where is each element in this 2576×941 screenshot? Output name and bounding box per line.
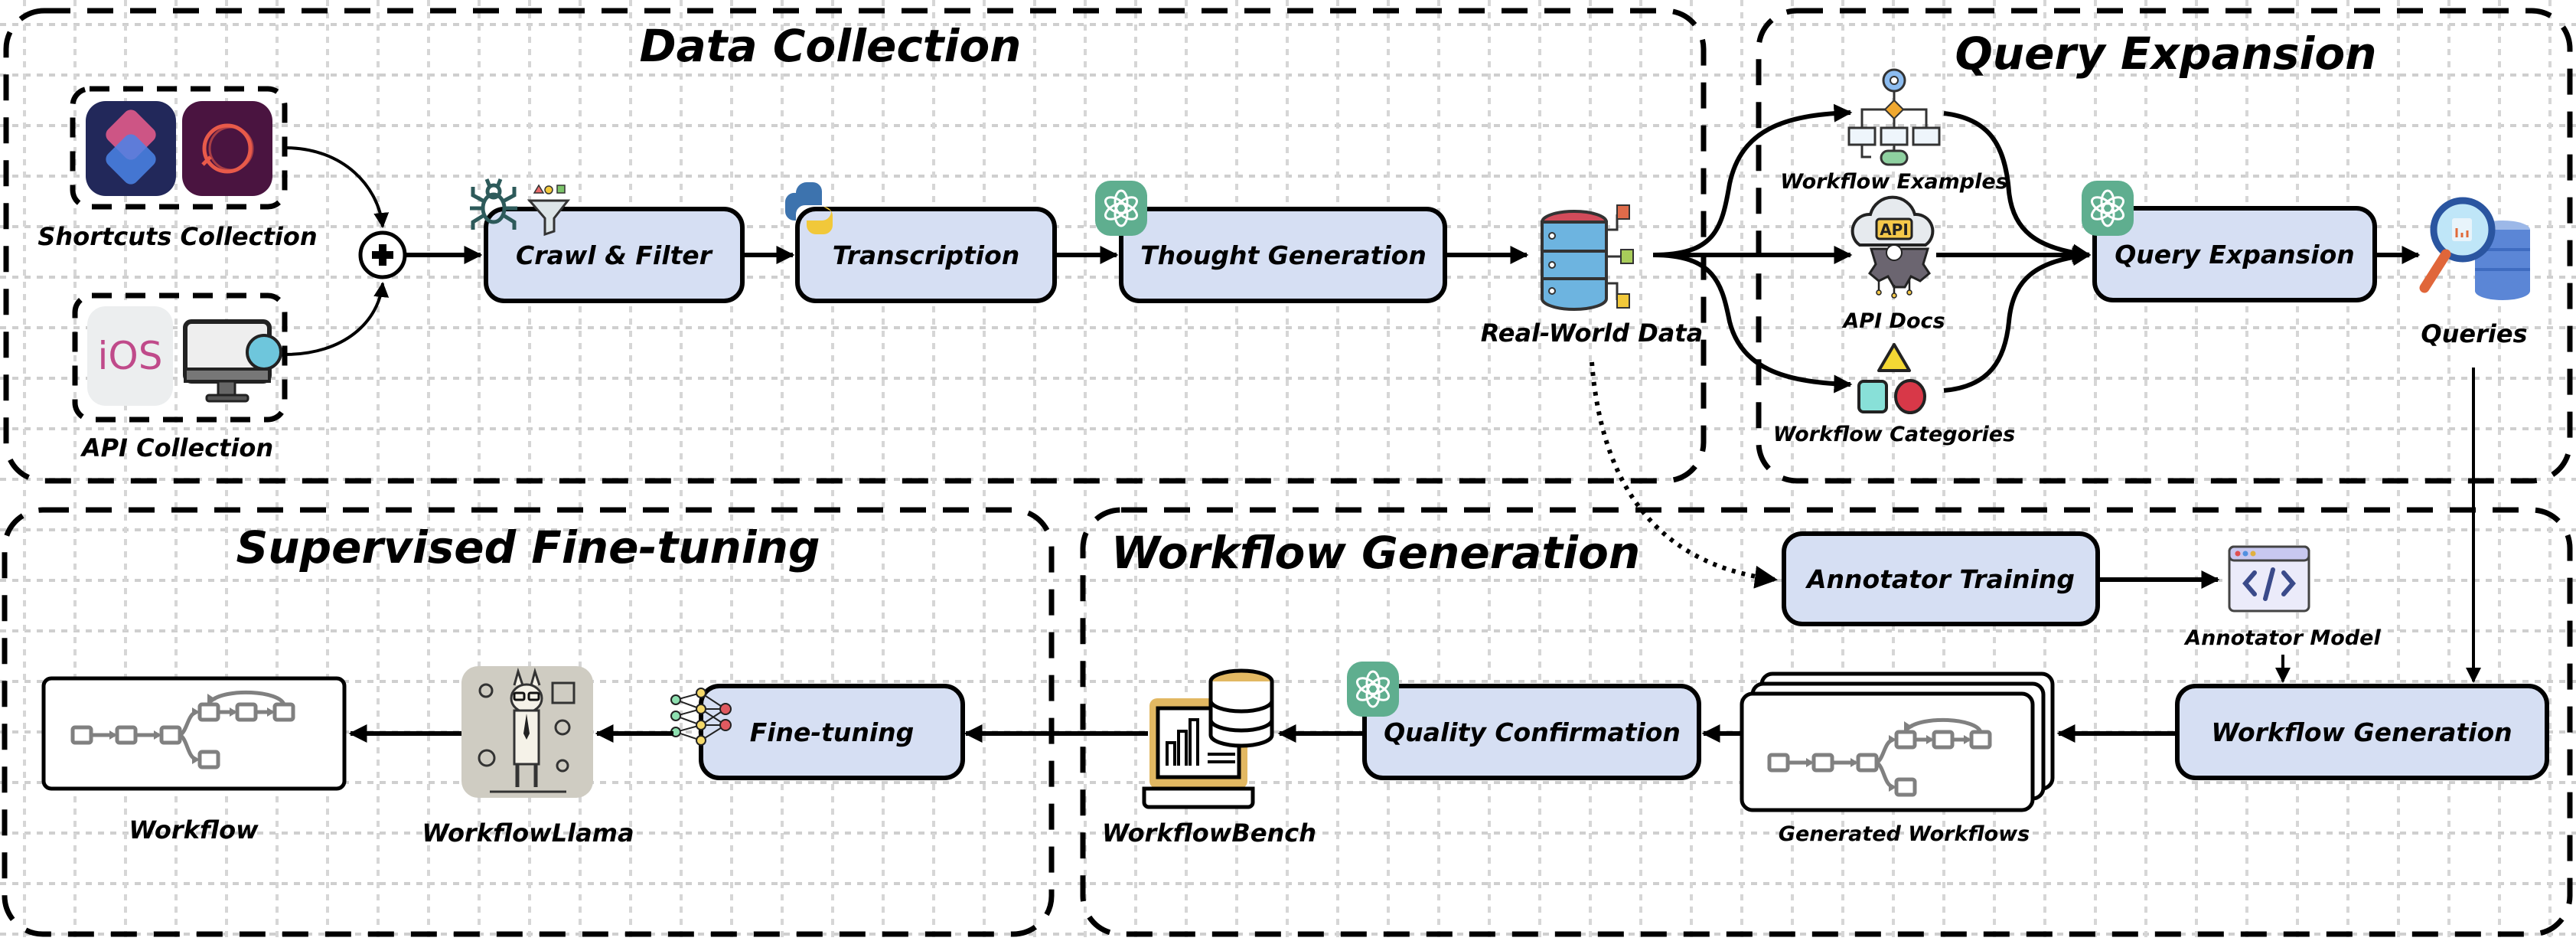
step-quality-confirmation-label: Quality Confirmation bbox=[1384, 717, 1681, 747]
generated-workflows-label: Generated Workflows bbox=[1779, 822, 2030, 846]
chatgpt-icon bbox=[1094, 179, 1149, 237]
pipeline-diagram: Data Collection Query Expansion Supervis… bbox=[0, 0, 2576, 941]
shortcuts-collection-label: Shortcuts Collection bbox=[37, 222, 317, 251]
apple-logo-icon bbox=[246, 334, 282, 371]
queries-label: Queries bbox=[2421, 319, 2527, 348]
workflowllama-label: WorkflowLlama bbox=[422, 818, 634, 848]
annotator-model-label: Annotator Model bbox=[2183, 626, 2381, 650]
step-workflow-generation-label: Workflow Generation bbox=[2211, 717, 2512, 747]
api-collection-label: API Collection bbox=[80, 433, 273, 462]
svg-text:iOS: iOS bbox=[98, 334, 163, 378]
chatgpt-icon bbox=[2080, 179, 2135, 237]
panel-title-workflow-generation: Workflow Generation bbox=[1111, 527, 1640, 579]
workflowllama-icon bbox=[461, 666, 593, 798]
shortcuts-app-icon bbox=[86, 101, 176, 196]
step-annotator-training-label: Annotator Training bbox=[1805, 564, 2075, 594]
real-world-data-label: Real-World Data bbox=[1481, 319, 1704, 348]
annotator-model-icon bbox=[2228, 545, 2310, 613]
step-annotator-training: Annotator Training bbox=[1782, 531, 2100, 626]
step-query-expansion-label: Query Expansion bbox=[2115, 240, 2355, 270]
workflowbench-label: WorkflowBench bbox=[1102, 818, 1316, 848]
workflow-label: Workflow bbox=[129, 815, 259, 845]
step-fine-tuning-label: Fine-tuning bbox=[750, 717, 915, 747]
merge-plus-icon bbox=[358, 230, 407, 279]
workflow-output-box bbox=[41, 676, 347, 791]
grid-vertical bbox=[0, 0, 2576, 941]
panel-title-data-collection: Data Collection bbox=[640, 20, 1022, 72]
workflow-categories-label: Workflow Categories bbox=[1773, 423, 2015, 446]
chatgpt-icon bbox=[1345, 660, 1400, 718]
step-crawl-filter-label: Crawl & Filter bbox=[516, 240, 713, 270]
panel-title-supervised-finetuning: Supervised Fine-tuning bbox=[236, 521, 820, 573]
ios-icon: iOS bbox=[87, 306, 173, 406]
step-thought-generation-label: Thought Generation bbox=[1140, 240, 1427, 270]
step-fine-tuning: Fine-tuning bbox=[670, 684, 965, 780]
svg-text:API: API bbox=[1880, 221, 1909, 239]
panel-title-query-expansion: Query Expansion bbox=[1955, 28, 2376, 80]
automation-app-icon bbox=[182, 101, 272, 196]
generated-workflows-stack bbox=[1740, 671, 2055, 812]
step-transcription-label: Transcription bbox=[833, 240, 1020, 270]
api-docs-label: API Docs bbox=[1841, 309, 1945, 333]
step-workflow-generation: Workflow Generation bbox=[2175, 684, 2549, 780]
workflow-examples-label: Workflow Examples bbox=[1780, 170, 2007, 194]
